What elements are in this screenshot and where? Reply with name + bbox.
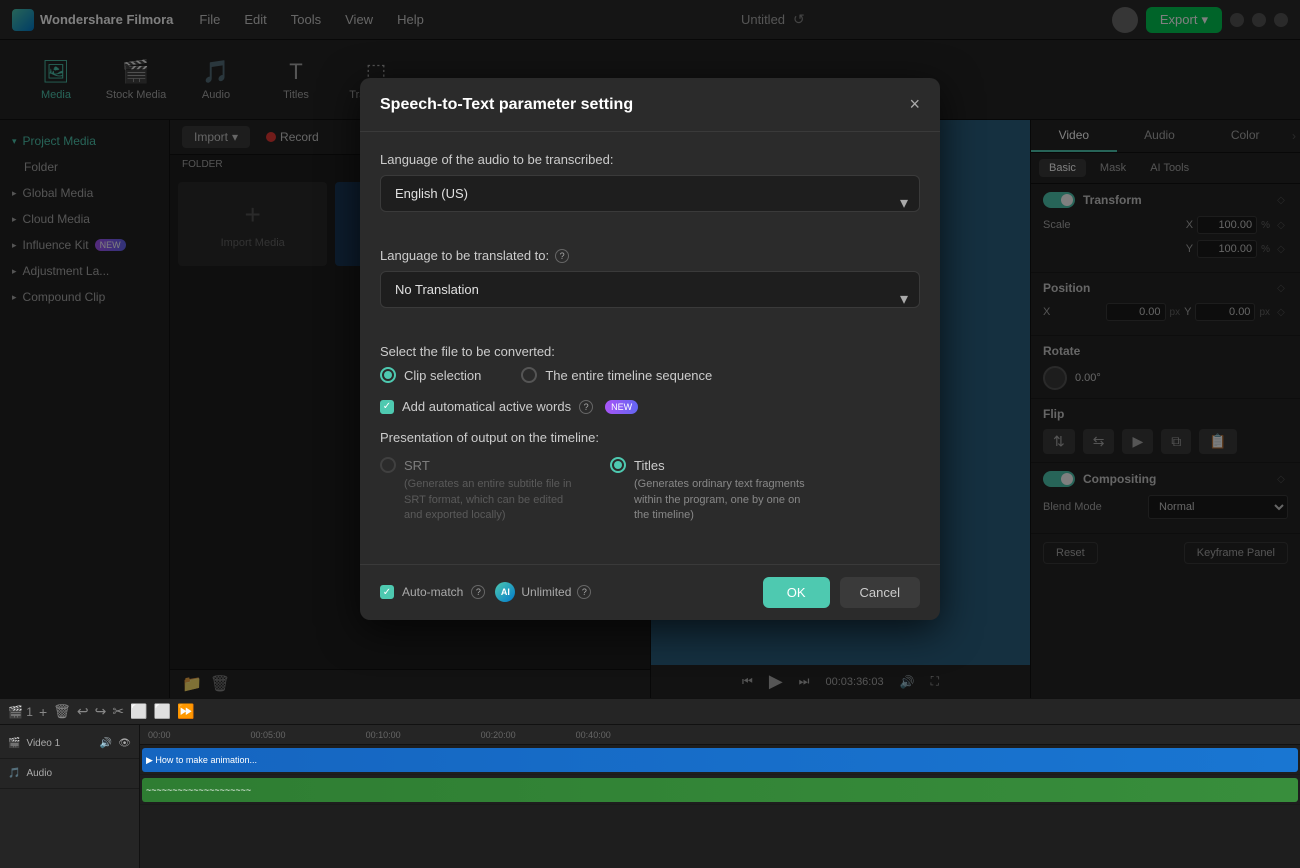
- translate-lang-text: Language to be translated to:: [380, 248, 549, 263]
- titles-desc: (Generates ordinary text fragments withi…: [610, 477, 810, 523]
- srt-label: SRT: [404, 458, 430, 473]
- timeline: 🎬 1 + 🗑 ↩ ↪ ✂ ⬜ ⬜ ⏩ 🎬 Video 1 🔊 👁 🎵 Audi…: [0, 698, 1300, 868]
- speech-to-text-dialog: Speech-to-Text parameter setting × Langu…: [360, 78, 940, 619]
- dialog-footer: ✓ Auto-match ? AI Unlimited ? OK Cancel: [360, 564, 940, 620]
- timeline-ruler: 00:00 00:05:00 00:10:00 00:20:00 00:40:0…: [140, 725, 1300, 745]
- unlimited-label: Unlimited: [521, 585, 571, 599]
- clip-selection-radio[interactable]: [380, 367, 396, 383]
- convert-label: Select the file to be converted:: [380, 344, 920, 359]
- audio-waveform: ~~~~~~~~~~~~~~~~~~~~: [146, 785, 251, 795]
- output-label: Presentation of output on the timeline:: [380, 430, 920, 445]
- translate-help-icon[interactable]: ?: [555, 249, 569, 263]
- audio-lang-select-wrapper: English (US): [380, 175, 920, 230]
- timeline-toolbar: 🎬 1 + 🗑 ↩ ↪ ✂ ⬜ ⬜ ⏩: [0, 699, 1300, 725]
- titles-radio-row: Titles: [610, 457, 810, 473]
- delete-icon[interactable]: ⬜: [130, 703, 147, 720]
- output-options: SRT (Generates an entire subtitle file i…: [380, 457, 920, 523]
- add-words-help-icon[interactable]: ?: [579, 400, 593, 414]
- split-icon[interactable]: ⬜: [154, 703, 171, 720]
- entire-timeline-label: The entire timeline sequence: [545, 368, 712, 383]
- track-volume-icon[interactable]: 🔊: [100, 738, 112, 749]
- dialog-body: Language of the audio to be transcribed:…: [360, 132, 940, 563]
- ruler-time-3: 00:10:00: [366, 730, 401, 740]
- undo-icon[interactable]: ↩: [77, 703, 89, 720]
- audio-clip[interactable]: ~~~~~~~~~~~~~~~~~~~~: [142, 778, 1298, 802]
- track-audio-icon: 🎵: [8, 768, 20, 779]
- speed-icon[interactable]: ⏩: [177, 703, 194, 720]
- audio-track-row: ~~~~~~~~~~~~~~~~~~~~: [140, 775, 1300, 805]
- audio-lang-select[interactable]: English (US): [380, 175, 920, 212]
- titles-option: Titles (Generates ordinary text fragment…: [610, 457, 810, 523]
- add-words-new-badge: NEW: [605, 400, 638, 414]
- cancel-button[interactable]: Cancel: [840, 577, 920, 608]
- titles-radio[interactable]: [610, 457, 626, 473]
- automatch-row: ✓ Auto-match ?: [380, 585, 485, 599]
- video-track-row: ▶ How to make animation...: [140, 745, 1300, 775]
- track-label-video: 🎬 Video 1 🔊 👁: [0, 729, 139, 759]
- clip-thumbnail: ▶ How to make animation...: [146, 755, 257, 766]
- srt-radio[interactable]: [380, 457, 396, 473]
- add-words-row: ✓ Add automatical active words ? NEW: [380, 399, 920, 414]
- track-video-label: Video 1: [26, 738, 60, 749]
- titles-label: Titles: [634, 458, 665, 473]
- ruler-time-4: 00:20:00: [481, 730, 516, 740]
- clip-selection-option[interactable]: Clip selection: [380, 367, 481, 383]
- audio-lang-label: Language of the audio to be transcribed:: [380, 152, 920, 167]
- unlimited-help-icon[interactable]: ?: [577, 585, 591, 599]
- track-audio-label: Audio: [26, 768, 52, 779]
- automatch-help-icon[interactable]: ?: [471, 585, 485, 599]
- automatch-checkbox[interactable]: ✓: [380, 585, 394, 599]
- srt-radio-row: SRT: [380, 457, 580, 473]
- entire-timeline-option[interactable]: The entire timeline sequence: [521, 367, 712, 383]
- clip-selection-label: Clip selection: [404, 368, 481, 383]
- automatch-label: Auto-match: [402, 585, 463, 599]
- video-track-icon[interactable]: 🎬 1: [8, 705, 33, 719]
- dialog-close-button[interactable]: ×: [909, 94, 920, 115]
- srt-option: SRT (Generates an entire subtitle file i…: [380, 457, 580, 523]
- audio-lang-text: Language of the audio to be transcribed:: [380, 152, 613, 167]
- unlimited-row: AI Unlimited ?: [495, 582, 591, 602]
- add-words-checkbox[interactable]: ✓: [380, 400, 394, 414]
- srt-desc: (Generates an entire subtitle file in SR…: [380, 477, 580, 523]
- track-video-icon: 🎬: [8, 738, 20, 749]
- ai-icon: AI: [495, 582, 515, 602]
- track-labels: 🎬 Video 1 🔊 👁 🎵 Audio: [0, 725, 140, 868]
- ruler-time-1: 00:00: [148, 730, 171, 740]
- track-area: 00:00 00:05:00 00:10:00 00:20:00 00:40:0…: [140, 725, 1300, 868]
- dialog-header: Speech-to-Text parameter setting ×: [360, 78, 940, 132]
- ok-button[interactable]: OK: [763, 577, 830, 608]
- track-label-audio: 🎵 Audio: [0, 759, 139, 789]
- translate-lang-select-wrapper: No Translation: [380, 271, 920, 326]
- translate-lang-label: Language to be translated to: ?: [380, 248, 920, 263]
- add-words-label: Add automatical active words: [402, 399, 571, 414]
- dialog-overlay: Speech-to-Text parameter setting × Langu…: [0, 0, 1300, 698]
- translate-lang-select[interactable]: No Translation: [380, 271, 920, 308]
- delete-track-icon[interactable]: 🗑: [53, 703, 71, 720]
- convert-radio-group: Clip selection The entire timeline seque…: [380, 367, 920, 383]
- ruler-time-2: 00:05:00: [251, 730, 286, 740]
- video-clip[interactable]: ▶ How to make animation...: [142, 748, 1298, 772]
- dialog-title: Speech-to-Text parameter setting: [380, 96, 633, 114]
- timeline-content: 🎬 Video 1 🔊 👁 🎵 Audio 00:00 00:05:00 00:…: [0, 725, 1300, 868]
- cut-icon[interactable]: ✂: [112, 703, 124, 720]
- add-track-icon[interactable]: +: [39, 704, 47, 720]
- redo-icon[interactable]: ↪: [95, 703, 107, 720]
- ruler-time-5: 00:40:00: [576, 730, 611, 740]
- entire-timeline-radio[interactable]: [521, 367, 537, 383]
- track-eye-icon[interactable]: 👁: [118, 738, 131, 749]
